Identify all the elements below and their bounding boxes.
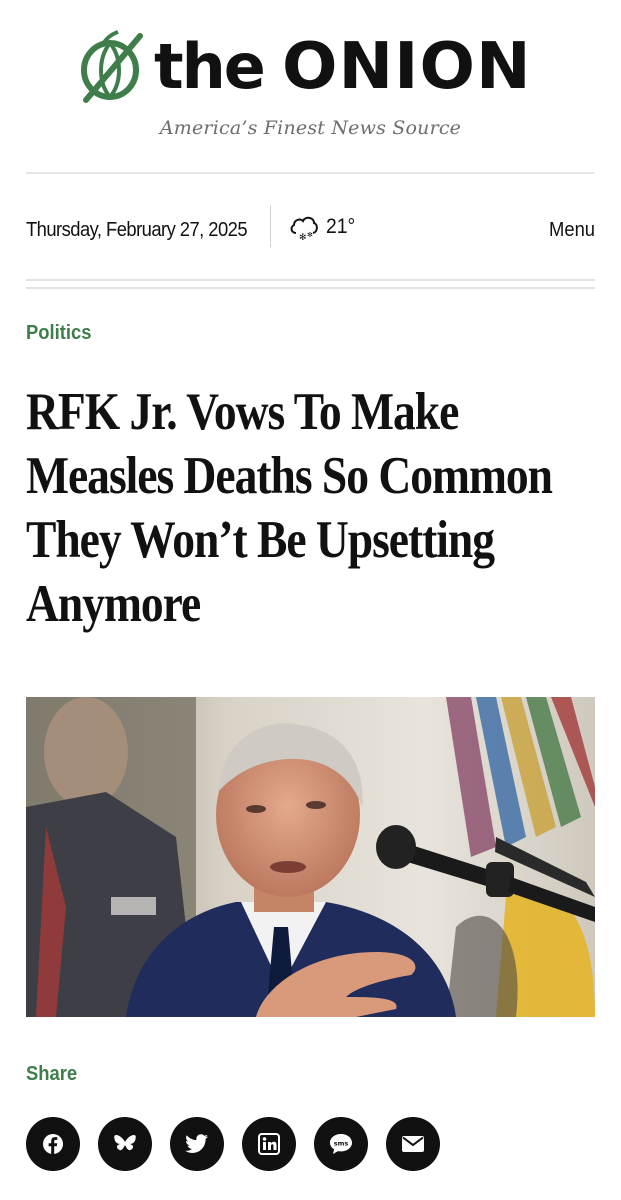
article-headline: RFK Jr. Vows To Make Measles Deaths So C… (26, 383, 553, 633)
divider (26, 287, 595, 289)
divider (270, 205, 271, 247)
share-facebook-button[interactable] (26, 1117, 80, 1171)
sms-icon: sms (330, 1134, 352, 1154)
section-link-politics[interactable]: Politics (26, 322, 91, 345)
svg-text:✻: ✻ (299, 233, 307, 243)
divider (26, 172, 595, 174)
email-icon (402, 1136, 424, 1152)
weather-widget[interactable]: ✻ ✻ 21° (288, 213, 358, 243)
sms-icon-text: sms (334, 1140, 349, 1148)
svg-text:✻: ✻ (307, 231, 313, 239)
site-logo[interactable]: the ONION (78, 28, 544, 108)
article-photo[interactable] (26, 697, 595, 1017)
twitter-icon (185, 1134, 208, 1153)
share-email-button[interactable] (386, 1117, 440, 1171)
tagline: America’s Finest News Source (159, 117, 462, 139)
temperature: 21° (326, 215, 356, 238)
masthead: the ONION America’s Finest News Source (0, 0, 621, 172)
info-bar: Thursday, February 27, 2025 ✻ ✻ 21° Menu (26, 205, 595, 255)
onion-logo-icon (81, 30, 143, 103)
share-bluesky-button[interactable] (98, 1117, 152, 1171)
bluesky-icon (114, 1135, 136, 1151)
snow-cloud-icon: ✻ ✻ (290, 216, 318, 243)
menu-button[interactable]: Menu (549, 219, 595, 242)
share-linkedin-button[interactable] (242, 1117, 296, 1171)
divider (26, 279, 595, 281)
share-sms-button[interactable]: sms (314, 1117, 368, 1171)
linkedin-icon (258, 1133, 280, 1155)
article-photo-image (26, 697, 595, 1017)
current-date: Thursday, February 27, 2025 (26, 219, 248, 241)
share-label: Share (26, 1063, 78, 1085)
logo-word-onion: ONION (282, 30, 532, 104)
facebook-icon (43, 1134, 63, 1154)
share-twitter-button[interactable] (170, 1117, 224, 1171)
share-buttons: sms (26, 1117, 440, 1171)
logo-word-the: the (154, 30, 266, 103)
